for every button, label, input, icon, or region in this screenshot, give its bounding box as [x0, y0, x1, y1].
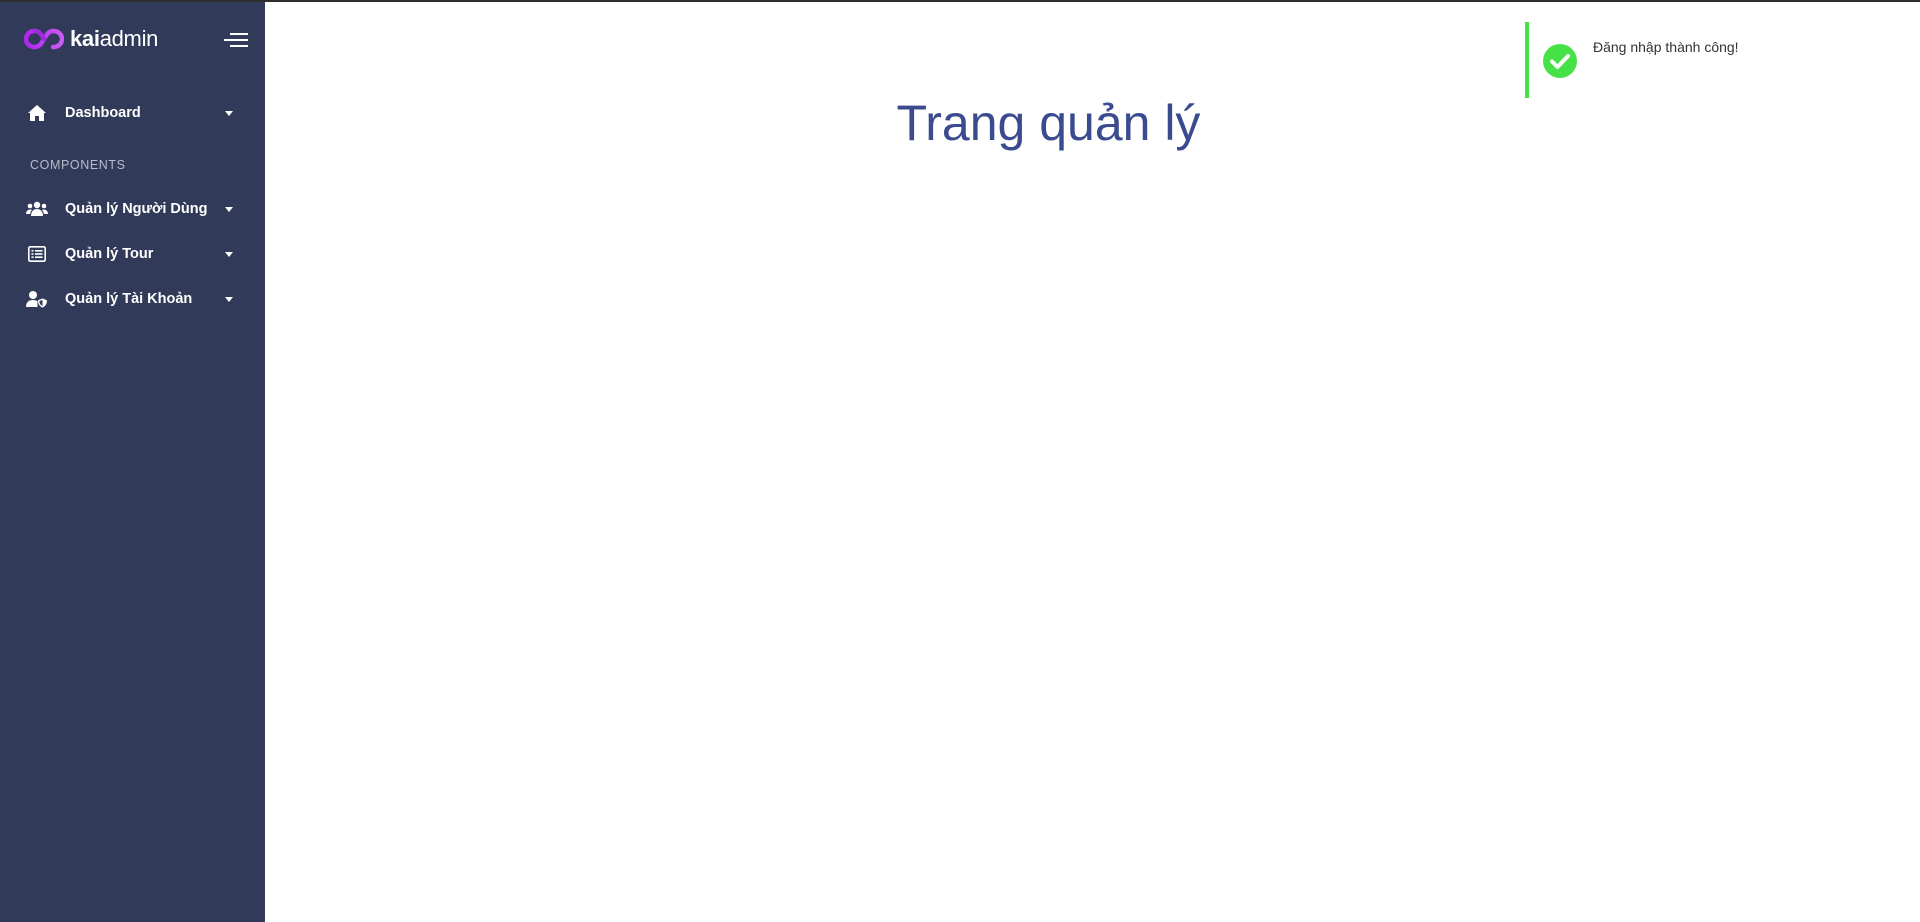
section-heading-components: COMPONENTS [30, 158, 126, 172]
main-content: Trang quản lý Đăng nhập thành công! [265, 2, 1920, 922]
sidebar: kaiadmin Dashboard COMPONENTS Quản lý Ng… [0, 2, 265, 922]
infinity-logo-icon [24, 28, 64, 50]
login-success-toast[interactable]: Đăng nhập thành công! [1525, 22, 1795, 98]
sidebar-item-account-management[interactable]: Quản lý Tài Khoản [0, 279, 265, 319]
logo-header: kaiadmin [0, 2, 265, 72]
sidebar-item-label: Quản lý Người Dùng [65, 201, 208, 217]
caret-down-icon [225, 207, 233, 212]
caret-down-icon [225, 252, 233, 257]
sidebar-item-tour-management[interactable]: Quản lý Tour [0, 234, 265, 274]
caret-down-icon [225, 297, 233, 302]
sidebar-toggle-button[interactable] [224, 30, 248, 50]
toast-title: Đăng nhập thành công! [1593, 39, 1739, 55]
brand-logo[interactable]: kaiadmin [24, 26, 158, 52]
sidebar-item-label: Dashboard [65, 105, 141, 121]
list-icon [26, 244, 48, 264]
menu-lines-icon [224, 33, 248, 47]
sidebar-item-label: Quản lý Tour [65, 246, 154, 262]
sidebar-item-label: Quản lý Tài Khoản [65, 291, 193, 307]
home-icon [26, 103, 48, 123]
users-icon [26, 199, 48, 219]
page-title: Trang quản lý [896, 95, 1201, 151]
user-shield-icon [26, 289, 48, 309]
sidebar-item-dashboard[interactable]: Dashboard [0, 93, 265, 133]
caret-down-icon [225, 111, 233, 116]
check-circle-icon [1543, 44, 1577, 78]
toast-accent-bar [1525, 22, 1529, 98]
sidebar-item-user-management[interactable]: Quản lý Người Dùng [0, 189, 265, 229]
brand-name: kaiadmin [70, 26, 159, 51]
